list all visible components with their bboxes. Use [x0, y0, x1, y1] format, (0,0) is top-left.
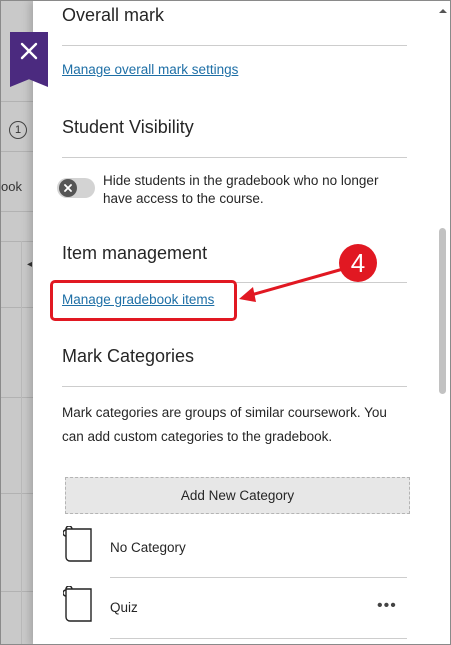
window-frame: 1 ook ◂ Overall mark Manage overall mark…	[0, 0, 451, 645]
annotation-arrow-icon	[239, 267, 344, 302]
annotation-step-badge: 4	[339, 244, 377, 282]
